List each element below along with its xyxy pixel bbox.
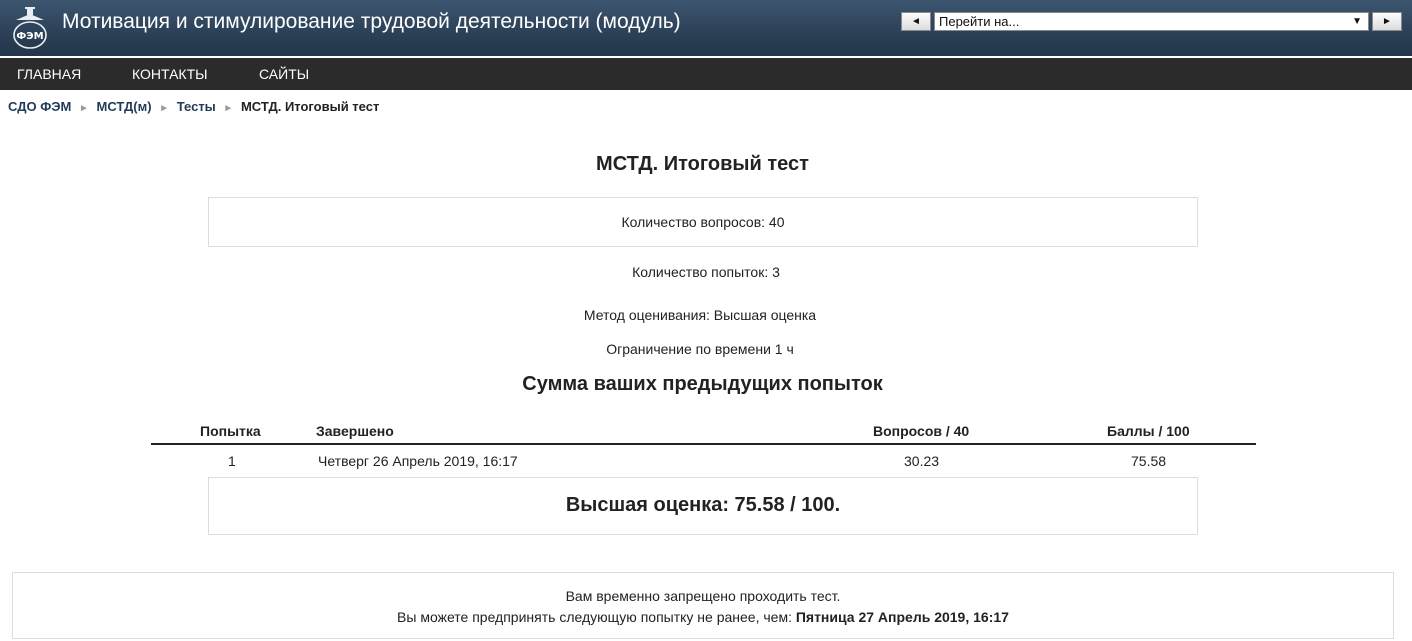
dropdown-arrow-icon: ▼ xyxy=(1352,16,1362,27)
main-navbar: ГЛАВНАЯ КОНТАКТЫ САЙТЫ xyxy=(0,58,1412,90)
column-header-questions: Вопросов / 40 xyxy=(873,423,970,439)
nav-item-contacts[interactable]: КОНТАКТЫ xyxy=(132,66,208,82)
breadcrumb-separator-icon: ► xyxy=(79,103,89,114)
table-cell-attempt: 1 xyxy=(228,453,236,469)
breadcrumb: СДО ФЭМ ► МСТД(м) ► Тесты ► МСТД. Итогов… xyxy=(8,99,379,114)
notice-line-2-prefix: Вы можете предпринять следующую попытку … xyxy=(397,609,796,625)
site-header: ФЭМ Мотивация и стимулирование трудовой … xyxy=(0,0,1412,56)
breadcrumb-item-course[interactable]: МСТД(м) xyxy=(97,99,152,114)
table-cell-score: 75.58 xyxy=(1131,453,1167,469)
attempt-restriction-notice: Вам временно запрещено проходить тест. В… xyxy=(12,572,1394,639)
notice-line-2: Вы можете предпринять следующую попытку … xyxy=(13,607,1393,628)
breadcrumb-item-site[interactable]: СДО ФЭМ xyxy=(8,99,71,114)
breadcrumb-separator-icon: ► xyxy=(159,103,170,114)
site-title[interactable]: Мотивация и стимулирование трудовой деят… xyxy=(62,10,681,34)
questions-count: Количество вопросов: 40 xyxy=(621,214,785,230)
table-cell-questions: 30.23 xyxy=(904,453,940,469)
jump-prev-button[interactable]: ◄ xyxy=(901,12,931,31)
highest-grade-box: Высшая оценка: 75.58 / 100. xyxy=(208,477,1198,535)
time-limit: Ограничение по времени 1 ч xyxy=(606,341,794,357)
table-header-divider xyxy=(151,443,1256,445)
nav-item-sites[interactable]: САЙТЫ xyxy=(259,66,309,82)
nav-item-home[interactable]: ГЛАВНАЯ xyxy=(17,66,81,82)
breadcrumb-separator-icon: ► xyxy=(223,103,234,114)
breadcrumb-item-tests[interactable]: Тесты xyxy=(177,99,216,114)
next-attempt-date: Пятница 27 Апрель 2019, 16:17 xyxy=(795,609,1009,625)
highest-grade: Высшая оценка: 75.58 / 100. xyxy=(565,494,841,516)
attempts-count: Количество попыток: 3 xyxy=(632,264,780,280)
summary-title: Сумма ваших предыдущих попыток xyxy=(522,373,883,395)
site-logo-icon[interactable]: ФЭМ xyxy=(10,6,50,50)
jump-to-select-value: Перейти на... xyxy=(939,14,1020,29)
notice-line-1: Вам временно запрещено проходить тест. xyxy=(565,588,841,604)
page-title: МСТД. Итоговый тест xyxy=(596,153,809,175)
column-header-score: Баллы / 100 xyxy=(1107,423,1190,439)
logo-text: ФЭМ xyxy=(16,31,43,42)
jump-to-select[interactable]: Перейти на... ▼ xyxy=(934,12,1369,31)
column-header-completed: Завершено xyxy=(316,423,394,439)
triangle-left-icon: ◄ xyxy=(911,16,921,27)
column-header-attempt: Попытка xyxy=(200,423,261,439)
triangle-right-icon: ► xyxy=(1382,16,1392,27)
grading-method: Метод оценивания: Высшая оценка xyxy=(583,307,817,323)
breadcrumb-item-current: МСТД. Итоговый тест xyxy=(240,99,380,114)
questions-count-box: Количество вопросов: 40 xyxy=(208,197,1198,247)
table-cell-completed: Четверг 26 Апрель 2019, 16:17 xyxy=(318,453,518,469)
jump-next-button[interactable]: ► xyxy=(1372,12,1402,31)
